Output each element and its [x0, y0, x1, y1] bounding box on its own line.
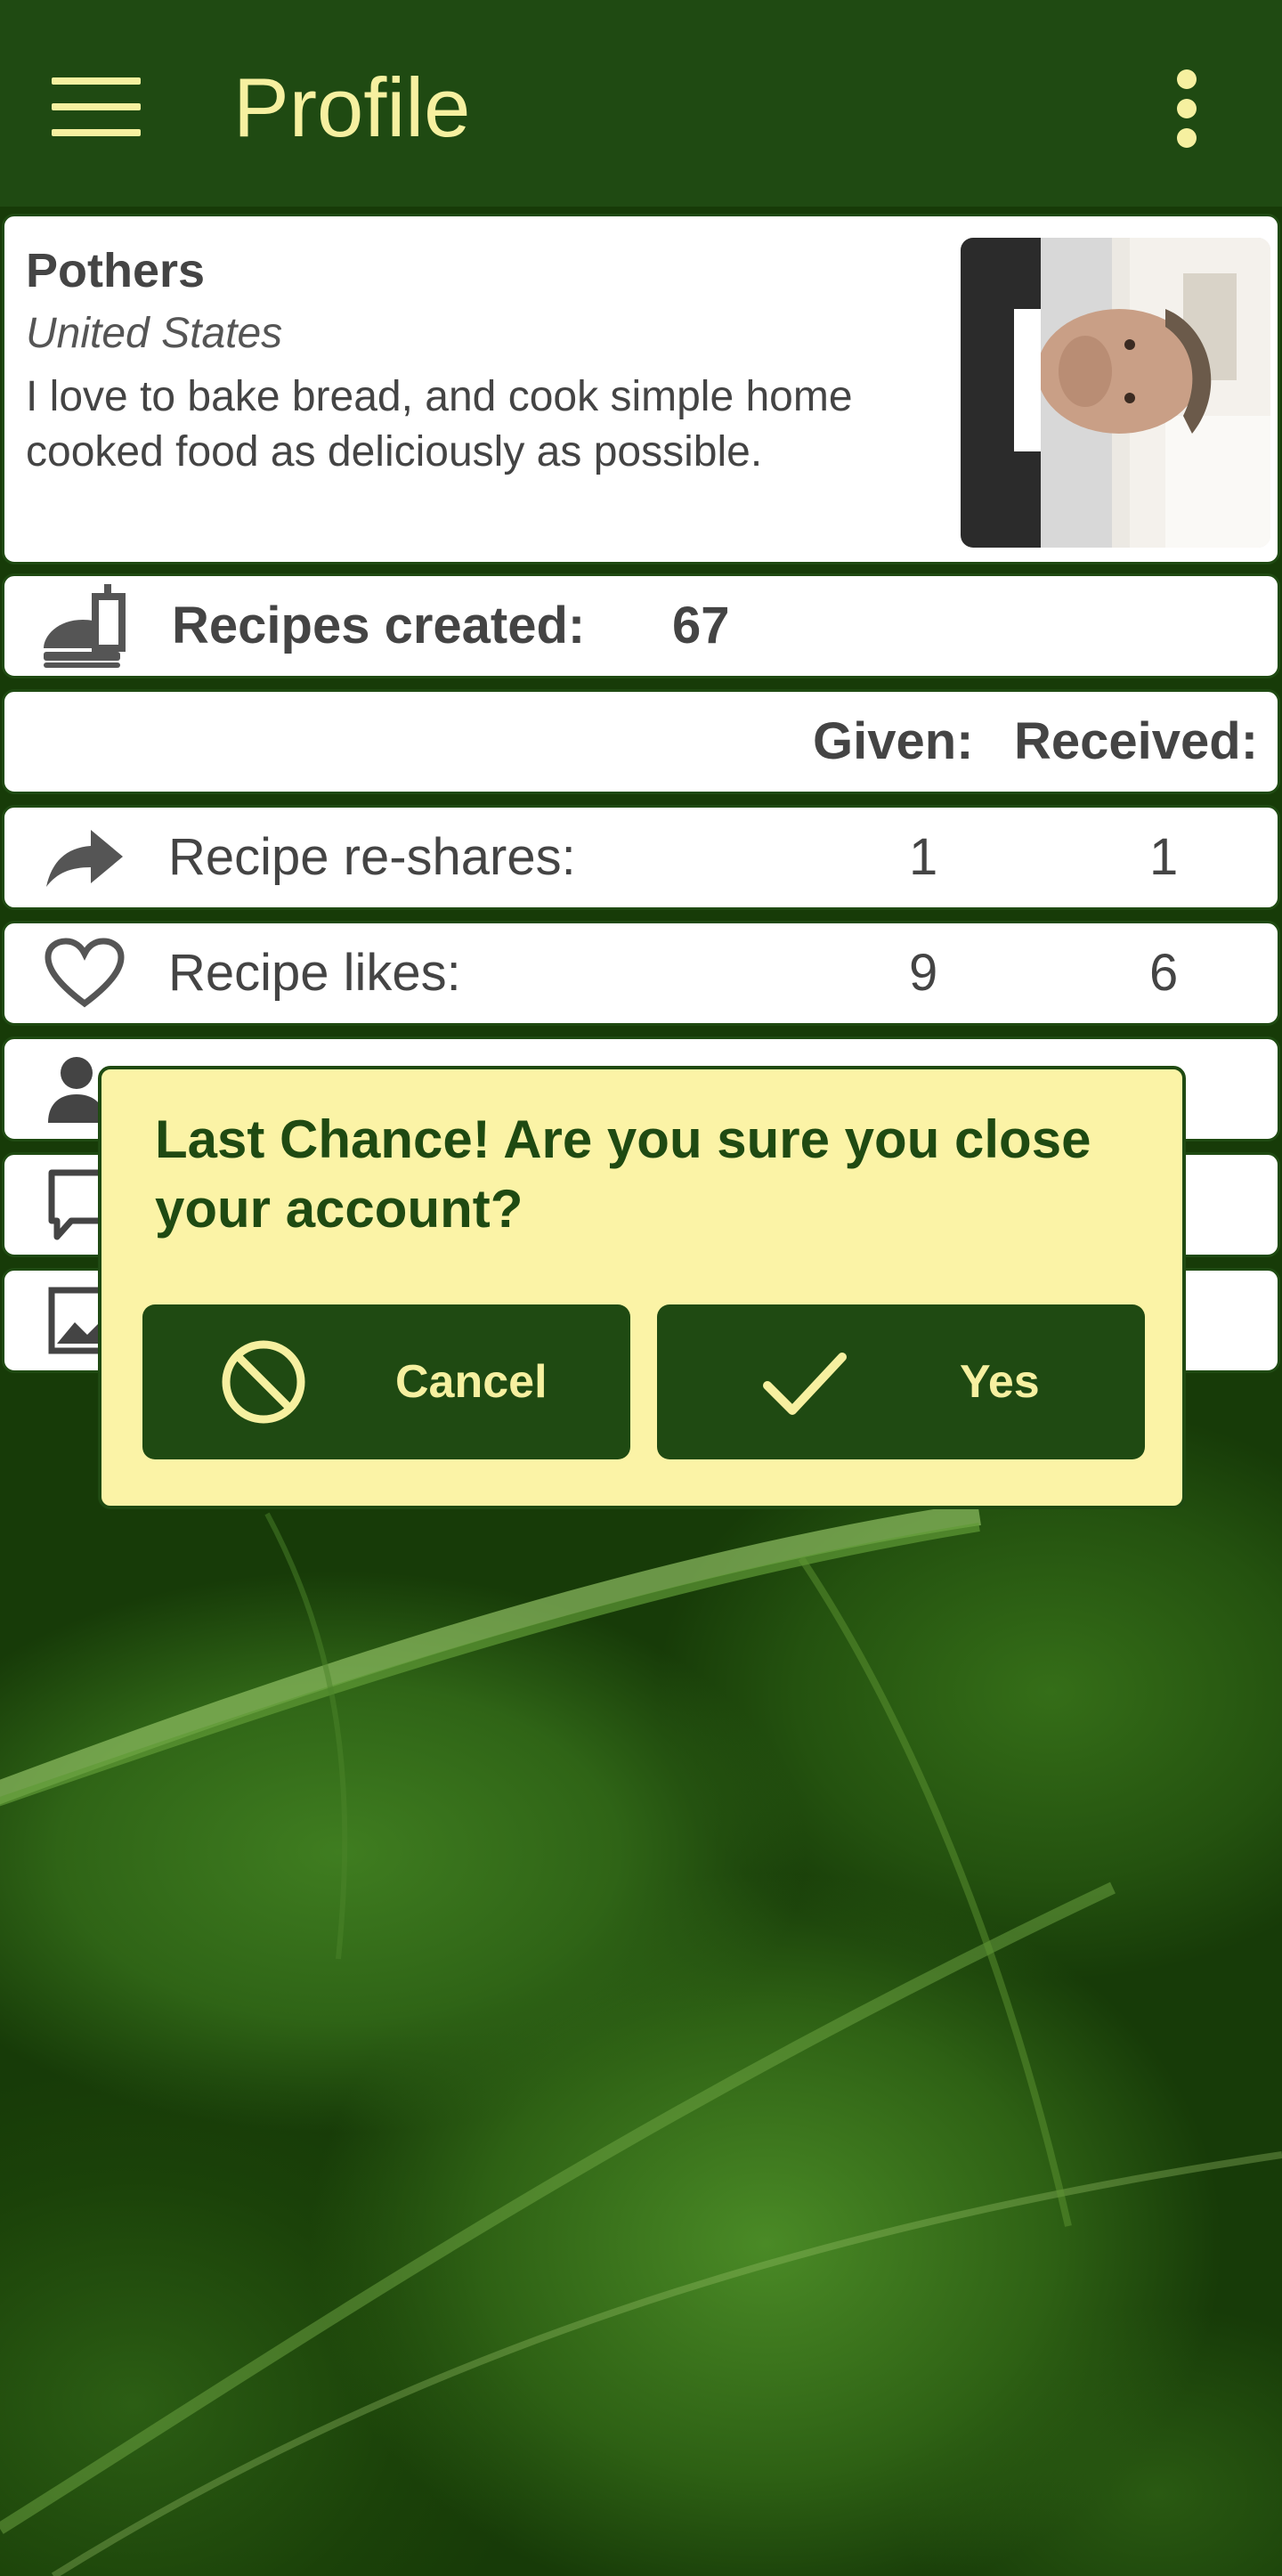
- recipe-dish-icon: [40, 584, 129, 668]
- received-header: Received:: [1014, 712, 1259, 770]
- likes-given: 9: [909, 944, 938, 1002]
- cancel-label: Cancel: [395, 1356, 548, 1408]
- more-vert-icon[interactable]: [1148, 55, 1225, 162]
- stats-header-row: Given: Received:: [2, 689, 1280, 794]
- block-icon: [222, 1340, 305, 1424]
- page-title: Profile: [233, 61, 471, 154]
- reshares-label: Recipe re-shares:: [168, 828, 576, 886]
- recipes-created-row: Recipes created: 67: [2, 573, 1280, 679]
- likes-label: Recipe likes:: [168, 944, 461, 1002]
- likes-received: 6: [1149, 944, 1179, 1002]
- menu-button[interactable]: [36, 53, 157, 160]
- yes-button[interactable]: Yes: [657, 1304, 1145, 1459]
- heart-icon: [40, 936, 129, 1011]
- profile-name: Pothers: [26, 244, 206, 297]
- dialog-message: Last Chance! Are you sure you close your…: [155, 1109, 1091, 1239]
- yes-label: Yes: [960, 1356, 1040, 1408]
- profile-card: Pothers United States I love to bake bre…: [2, 214, 1280, 565]
- cancel-button[interactable]: Cancel: [142, 1304, 630, 1459]
- profile-bio: I love to bake bread, and cook simple ho…: [26, 373, 853, 475]
- avatar[interactable]: [961, 238, 1270, 548]
- reshares-received: 1: [1149, 828, 1179, 886]
- check-icon: [763, 1353, 847, 1415]
- app-bar: Profile: [0, 0, 1282, 207]
- hamburger-menu-icon: [52, 77, 141, 136]
- confirm-close-account-dialog: Last Chance! Are you sure you close your…: [98, 1066, 1186, 1509]
- recipes-created-label: Recipes created:: [172, 597, 586, 654]
- profile-country: United States: [26, 310, 283, 357]
- reshares-row[interactable]: Recipe re-shares: 1 1: [2, 805, 1280, 910]
- reshares-given: 1: [909, 828, 938, 886]
- given-header: Given:: [813, 712, 974, 770]
- share-icon: [40, 820, 129, 895]
- likes-row[interactable]: Recipe likes: 9 6: [2, 921, 1280, 1026]
- recipes-created-value: 67: [672, 597, 730, 654]
